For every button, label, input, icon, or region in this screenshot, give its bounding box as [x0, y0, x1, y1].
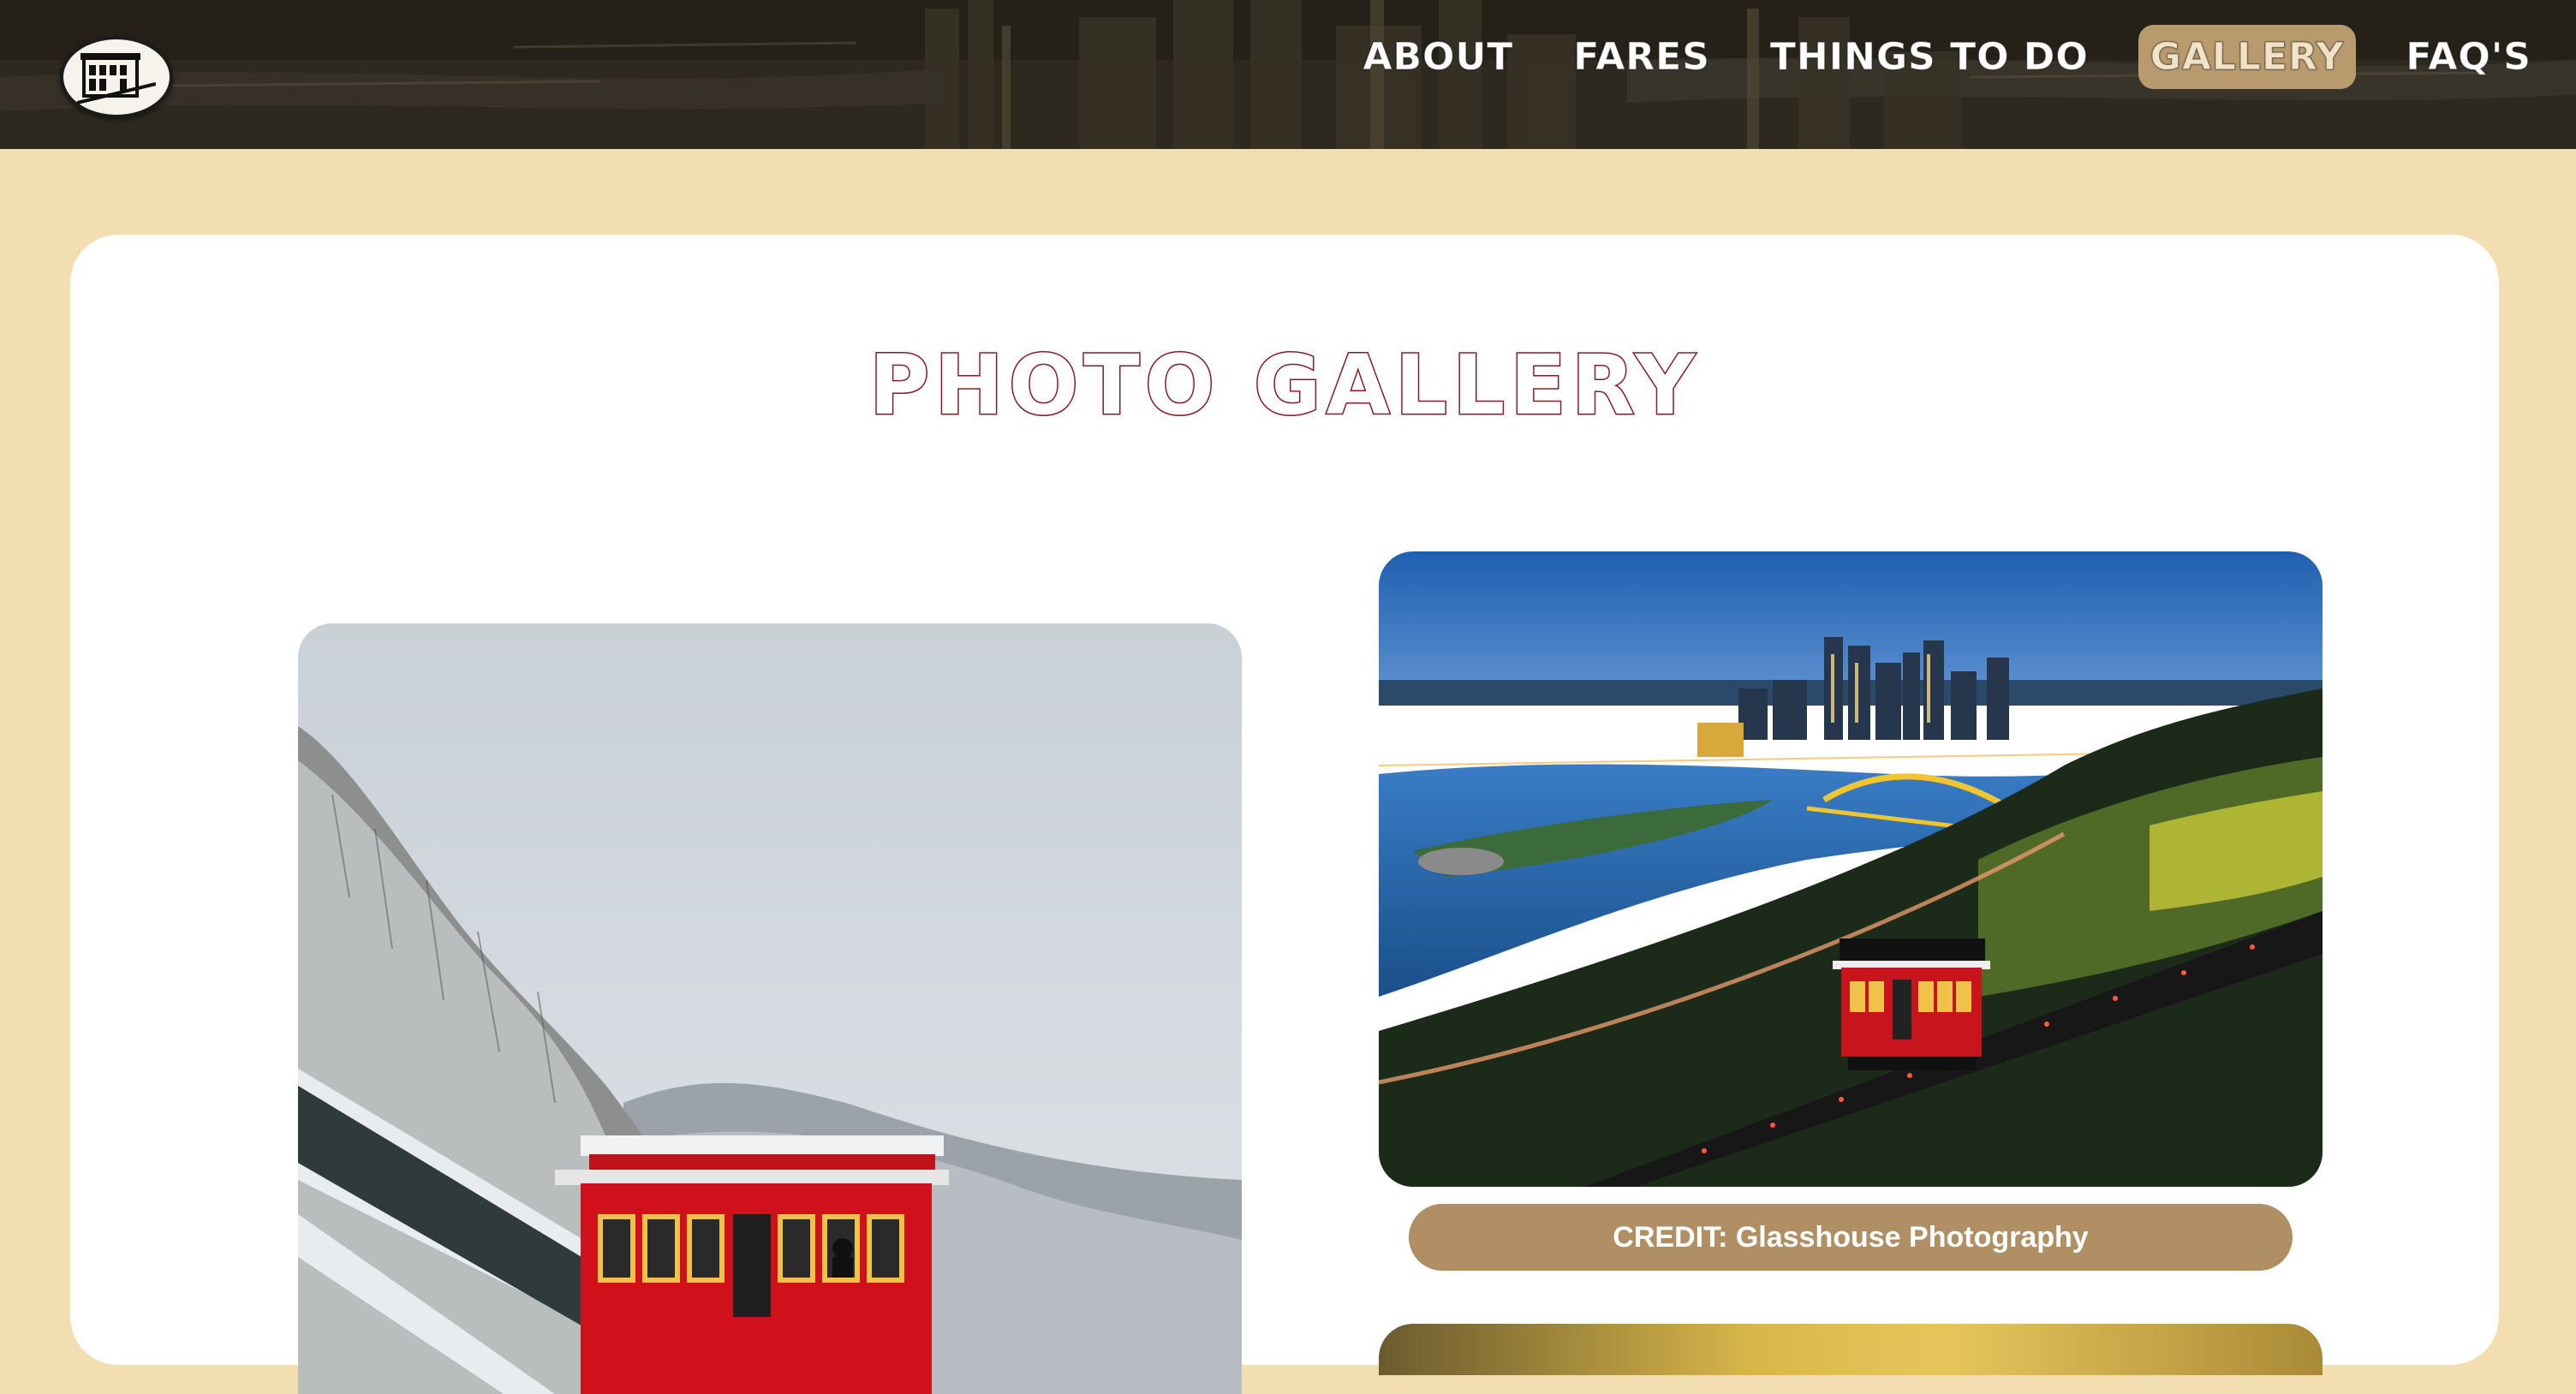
nav-fares[interactable]: FARES — [1563, 27, 1720, 87]
gallery-photo-snow-incline[interactable] — [298, 623, 1242, 1394]
skyline-image — [1379, 551, 2323, 1187]
nav-about[interactable]: ABOUT — [1352, 27, 1524, 87]
site-header: ABOUT FARES THINGS TO DO GALLERY FAQ'S — [0, 0, 2576, 149]
gallery-photo-skyline[interactable] — [1379, 551, 2323, 1187]
main-nav: ABOUT FARES THINGS TO DO GALLERY FAQ'S — [1313, 21, 2542, 92]
snow-incline-image — [298, 623, 1242, 1394]
gallery-card: PHOTO GALLERY CREDIT: Glasshouse Photogr… — [70, 235, 2499, 1394]
photo-credit: CREDIT: Glasshouse Photography — [1409, 1204, 2293, 1271]
nav-faqs[interactable]: FAQ'S — [2395, 27, 2542, 87]
gallery-photo-next[interactable] — [1379, 1324, 2323, 1375]
incline-station-logo-icon — [77, 53, 156, 104]
nav-gallery[interactable]: GALLERY — [2138, 24, 2357, 89]
site-logo[interactable] — [60, 36, 173, 118]
page-title: PHOTO GALLERY — [868, 337, 1701, 435]
nav-things-to-do[interactable]: THINGS TO DO — [1760, 27, 2099, 87]
